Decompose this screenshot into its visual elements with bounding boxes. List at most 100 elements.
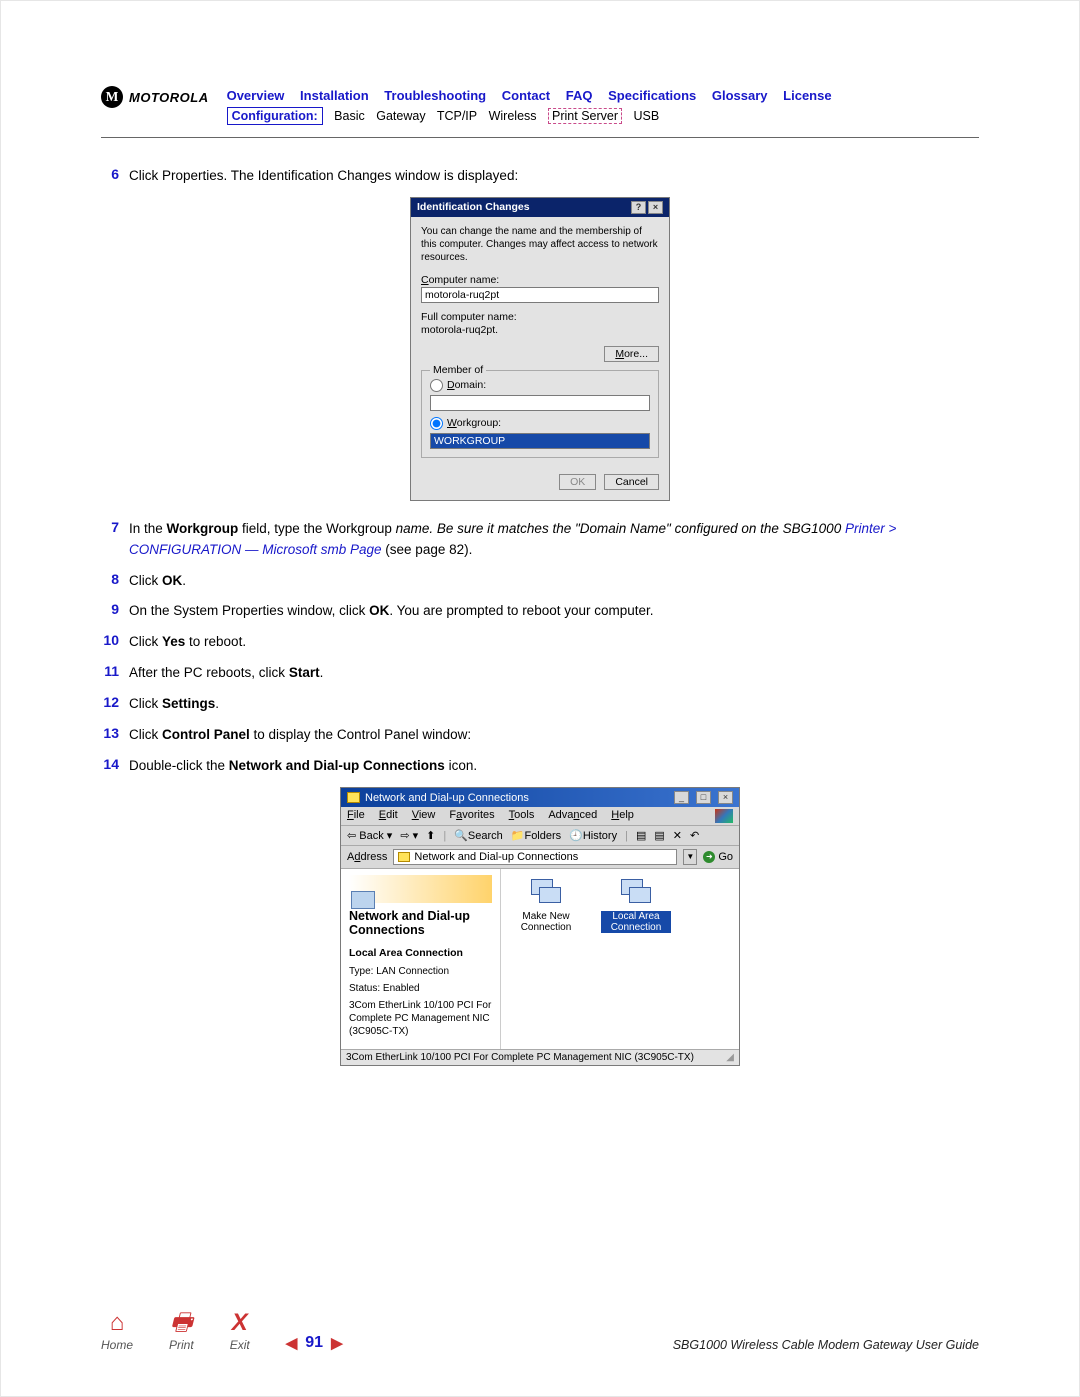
menu-favorites[interactable]: Favorites bbox=[449, 809, 494, 823]
explorer-title: Network and Dial-up Connections bbox=[365, 792, 667, 804]
subnav-gateway[interactable]: Gateway bbox=[376, 109, 425, 123]
forward-button[interactable]: ⇨ ▾ bbox=[400, 829, 418, 842]
subnav-tcpip[interactable]: TCP/IP bbox=[437, 109, 477, 123]
local-area-connection-item[interactable]: Local Area Connection bbox=[601, 879, 671, 933]
nav-glossary[interactable]: Glossary bbox=[712, 88, 768, 103]
step-text-12: Click Settings. bbox=[129, 694, 979, 715]
menu-advanced[interactable]: Advanced bbox=[548, 809, 597, 823]
menu-edit[interactable]: Edit bbox=[379, 809, 398, 823]
cancel-button[interactable]: Cancel bbox=[604, 474, 659, 490]
footer-title: SBG1000 Wireless Cable Modem Gateway Use… bbox=[673, 1338, 979, 1352]
info-subtitle: Local Area Connection bbox=[349, 947, 492, 959]
menu-view[interactable]: View bbox=[412, 809, 436, 823]
member-of-group: Member of Domain: Workgroup: bbox=[421, 370, 659, 458]
brand-name: MOTOROLA bbox=[129, 90, 209, 105]
nav-specifications[interactable]: Specifications bbox=[608, 88, 696, 103]
subnav-basic[interactable]: Basic bbox=[334, 109, 365, 123]
info-title: Network and Dial-up Connections bbox=[349, 909, 492, 937]
page-number: 91 bbox=[305, 1334, 323, 1352]
step-text-8: Click OK. bbox=[129, 571, 979, 592]
menu-help[interactable]: Help bbox=[611, 809, 634, 823]
subnav-print-server[interactable]: Print Server bbox=[548, 108, 622, 124]
local-area-connection-icon bbox=[621, 879, 651, 907]
subnav-usb[interactable]: USB bbox=[634, 109, 660, 123]
copy-to-icon[interactable]: ▤ bbox=[654, 829, 664, 842]
address-label: Address bbox=[347, 851, 387, 863]
info-nic: 3Com EtherLink 10/100 PCI For Complete P… bbox=[349, 999, 492, 1038]
prev-page-arrow-icon[interactable]: ◀ bbox=[286, 1334, 298, 1352]
back-button[interactable]: ⇦ Back ▾ bbox=[347, 829, 392, 842]
close-icon[interactable]: × bbox=[648, 201, 663, 214]
domain-radio-label: Domain: bbox=[447, 379, 486, 391]
delete-icon[interactable]: ✕ bbox=[673, 829, 682, 842]
step-num-12: 12 bbox=[101, 694, 129, 715]
help-icon[interactable]: ? bbox=[631, 201, 646, 214]
folders-button[interactable]: 📁Folders bbox=[511, 829, 561, 842]
step-text-11: After the PC reboots, click Start. bbox=[129, 663, 979, 684]
step-num-7: 7 bbox=[101, 519, 129, 561]
explorer-statusbar: 3Com EtherLink 10/100 PCI For Complete P… bbox=[341, 1049, 739, 1065]
nav-faq[interactable]: FAQ bbox=[566, 88, 593, 103]
folder-icon bbox=[398, 852, 410, 862]
computer-name-input[interactable] bbox=[421, 287, 659, 303]
nav-contact[interactable]: Contact bbox=[502, 88, 550, 103]
menu-file[interactable]: File bbox=[347, 809, 365, 823]
up-button[interactable]: ⬆ bbox=[426, 829, 435, 842]
resize-grip-icon[interactable]: ◢ bbox=[720, 1052, 734, 1063]
step-num-10: 10 bbox=[101, 632, 129, 653]
full-computer-name-value: motorola-ruq2pt. bbox=[421, 324, 659, 336]
address-dropdown-icon[interactable]: ▼ bbox=[683, 849, 697, 865]
make-new-connection-item[interactable]: Make New Connection bbox=[511, 879, 581, 933]
workgroup-radio-label: Workgroup: bbox=[447, 417, 501, 429]
step-num-11: 11 bbox=[101, 663, 129, 684]
header-rule bbox=[101, 137, 979, 138]
address-value: Network and Dial-up Connections bbox=[414, 851, 578, 863]
print-button[interactable]: 🖶Print bbox=[169, 1311, 194, 1352]
step-text-6: Click Properties. The Identification Cha… bbox=[129, 166, 979, 187]
domain-radio[interactable] bbox=[430, 379, 443, 392]
step-text-7: In the Workgroup field, type the Workgro… bbox=[129, 519, 979, 561]
nav-license[interactable]: License bbox=[783, 88, 831, 103]
explorer-toolbar: ⇦ Back ▾ ⇨ ▾ ⬆ | 🔍Search 📁Folders 🕘Histo… bbox=[341, 826, 739, 846]
more-button[interactable]: More... bbox=[604, 346, 659, 362]
info-type: Type: LAN Connection bbox=[349, 965, 492, 978]
network-folder-icon bbox=[351, 891, 375, 909]
ok-button[interactable]: OK bbox=[559, 474, 596, 490]
close-icon[interactable]: × bbox=[718, 791, 733, 804]
workgroup-radio[interactable] bbox=[430, 417, 443, 430]
go-button[interactable]: ➜Go bbox=[703, 851, 733, 863]
home-icon: ⌂ bbox=[110, 1311, 125, 1335]
nav-troubleshooting[interactable]: Troubleshooting bbox=[384, 88, 486, 103]
home-button[interactable]: ⌂Home bbox=[101, 1311, 133, 1352]
maximize-icon[interactable]: □ bbox=[696, 791, 711, 804]
step-text-13: Click Control Panel to display the Contr… bbox=[129, 725, 979, 746]
domain-input[interactable] bbox=[430, 395, 650, 411]
computer-name-label: Computer name: bbox=[421, 274, 659, 286]
subnav-wireless[interactable]: Wireless bbox=[489, 109, 537, 123]
config-label: Configuration: bbox=[227, 107, 323, 125]
make-new-connection-icon bbox=[531, 879, 561, 907]
full-computer-name-label: Full computer name: bbox=[421, 311, 659, 323]
history-button[interactable]: 🕘History bbox=[569, 829, 617, 842]
step-text-10: Click Yes to reboot. bbox=[129, 632, 979, 653]
brand-logo: M MOTOROLA bbox=[101, 86, 209, 108]
step-num-8: 8 bbox=[101, 571, 129, 592]
minimize-icon[interactable]: _ bbox=[674, 791, 689, 804]
folder-icon bbox=[347, 792, 360, 803]
windows-flag-icon bbox=[715, 809, 733, 823]
move-to-icon[interactable]: ▤ bbox=[636, 829, 646, 842]
search-button[interactable]: 🔍Search bbox=[454, 829, 503, 842]
address-box[interactable]: Network and Dial-up Connections bbox=[393, 849, 677, 865]
step-num-13: 13 bbox=[101, 725, 129, 746]
nav-overview[interactable]: Overview bbox=[227, 88, 285, 103]
step-num-9: 9 bbox=[101, 601, 129, 622]
undo-icon[interactable]: ↶ bbox=[690, 829, 699, 842]
next-page-arrow-icon[interactable]: ▶ bbox=[331, 1334, 343, 1352]
menu-tools[interactable]: Tools bbox=[509, 809, 535, 823]
step-num-14: 14 bbox=[101, 756, 129, 777]
statusbar-text: 3Com EtherLink 10/100 PCI For Complete P… bbox=[346, 1052, 720, 1063]
identification-changes-dialog: Identification Changes ? × You can chang… bbox=[410, 197, 670, 501]
exit-button[interactable]: XExit bbox=[230, 1311, 250, 1352]
workgroup-input[interactable] bbox=[430, 433, 650, 449]
nav-installation[interactable]: Installation bbox=[300, 88, 369, 103]
